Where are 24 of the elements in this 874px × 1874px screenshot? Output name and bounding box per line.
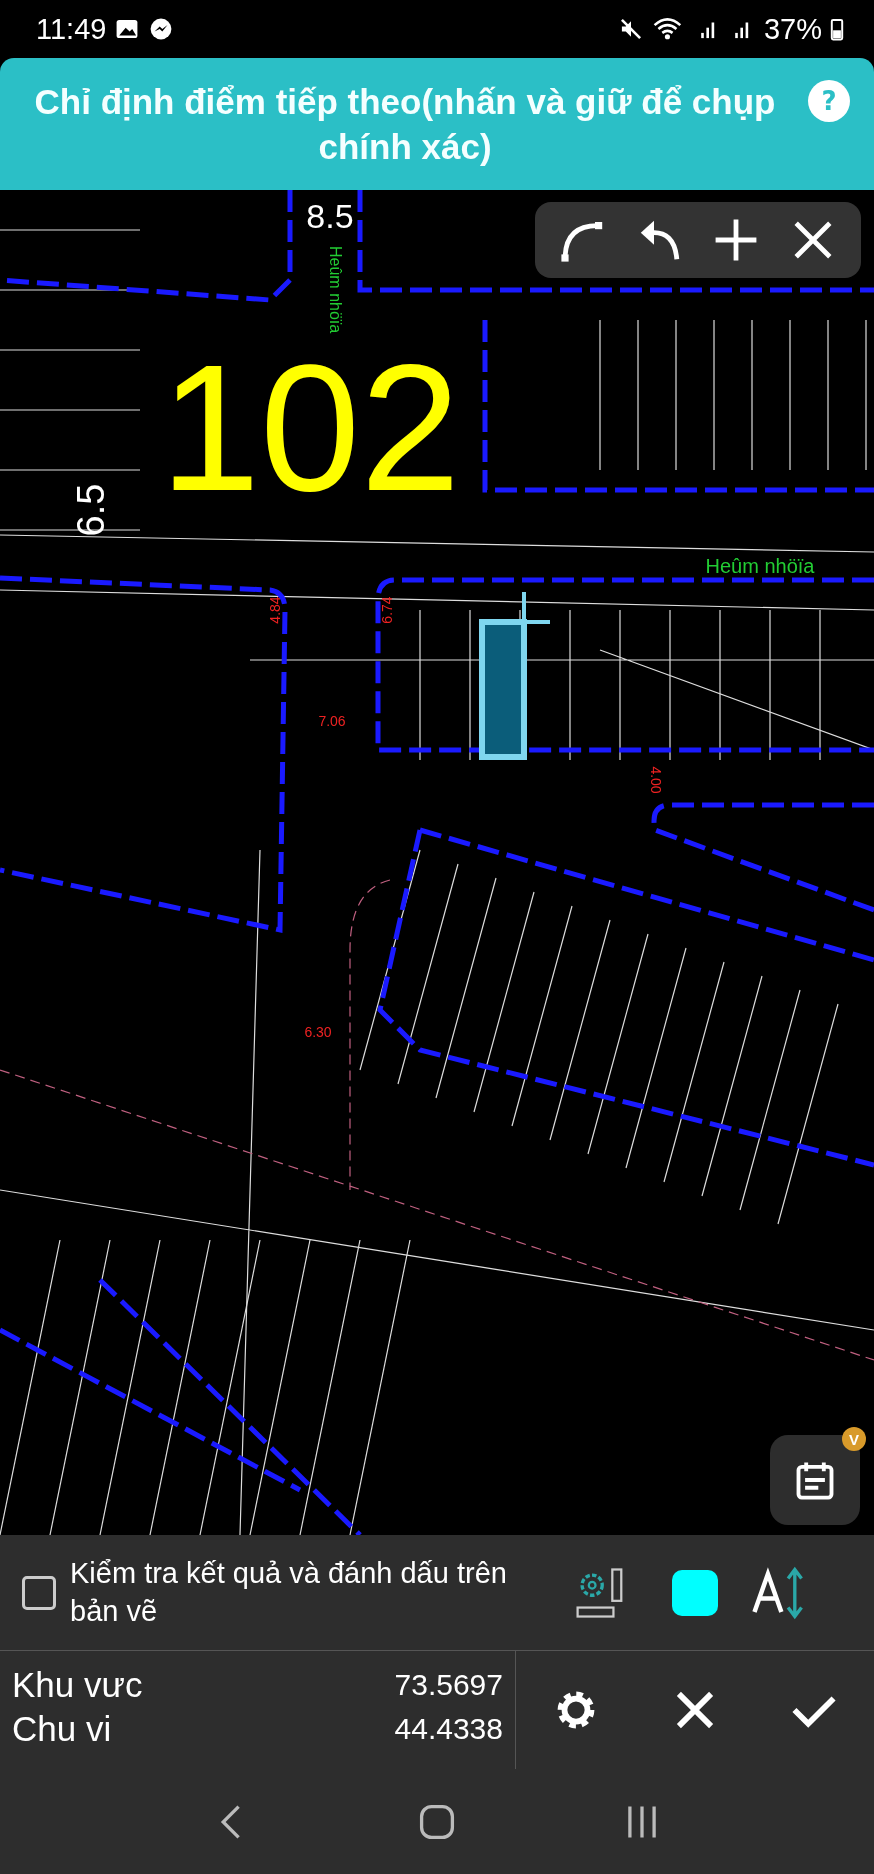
dimension-label: 6.30	[304, 1024, 332, 1040]
battery-percent: 37%	[763, 12, 822, 46]
help-button[interactable]: ?	[808, 80, 850, 122]
result-label: Khu vưc	[12, 1665, 143, 1705]
checkbox[interactable]	[22, 1575, 56, 1610]
dimension-label: 4.84	[267, 596, 283, 624]
instruction-text: Chỉ định điểm tiếp theo(nhấn và giữ để chụp chính xác)	[33, 80, 777, 168]
dimension-label: 4.00	[648, 766, 664, 794]
measure-label: 6.5	[70, 483, 112, 537]
street-label: Heûm nhöïa	[705, 555, 815, 577]
measure-label: 8.5	[306, 197, 354, 235]
color-swatch[interactable]	[672, 1569, 718, 1616]
result-value: 44.4338	[394, 1712, 503, 1746]
calendar-button[interactable]	[770, 1435, 860, 1525]
street-label: Heûm nhöïa	[327, 246, 344, 334]
result-label: Chu vi	[12, 1709, 112, 1749]
result-value: 73.5697	[394, 1668, 503, 1702]
badge: V	[842, 1427, 866, 1451]
checkbox-label: Kiểm tra kết quả và đánh dấu trên bản vẽ	[70, 1555, 508, 1629]
text-size-icon[interactable]	[750, 1564, 806, 1621]
dimension-label: 6.74	[379, 596, 395, 624]
battery-icon	[830, 16, 844, 42]
clock-time: 11:49	[36, 12, 107, 46]
dimension-label: 7.06	[318, 713, 346, 729]
